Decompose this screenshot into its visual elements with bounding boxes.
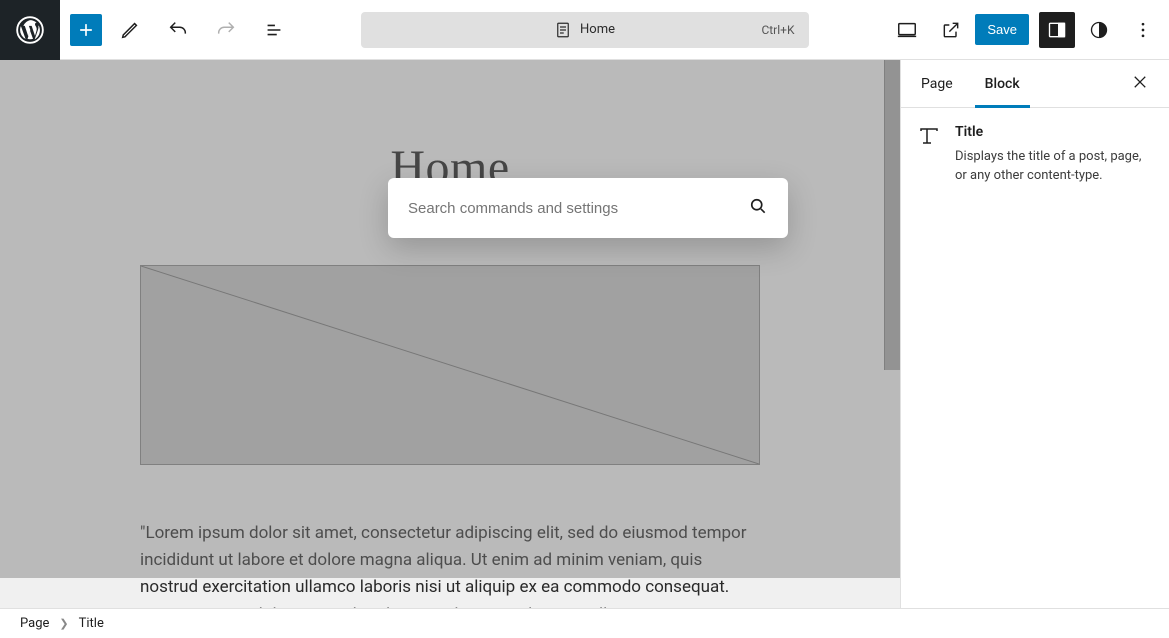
wordpress-icon	[16, 16, 44, 44]
command-palette	[388, 178, 788, 238]
view-button[interactable]	[887, 10, 927, 50]
block-title-label: Title	[955, 124, 1153, 140]
tab-block[interactable]: Block	[981, 60, 1024, 107]
toolbar-right-group: Save	[887, 10, 1169, 50]
settings-panel-toggle[interactable]	[1039, 12, 1075, 48]
undo-button[interactable]	[158, 10, 198, 50]
page-icon	[554, 21, 572, 39]
view-page-button[interactable]	[931, 10, 971, 50]
document-overview-button[interactable]	[254, 10, 294, 50]
block-breadcrumb: Page ❯ Title	[0, 608, 1169, 638]
add-block-button[interactable]	[70, 14, 102, 46]
external-link-icon	[941, 20, 961, 40]
document-bar[interactable]: Home Ctrl+K	[361, 12, 809, 48]
close-icon	[1131, 73, 1149, 91]
kebab-icon	[1133, 20, 1153, 40]
plus-icon	[76, 20, 96, 40]
options-button[interactable]	[1123, 10, 1163, 50]
close-sidebar-button[interactable]	[1127, 69, 1153, 99]
edit-tool-button[interactable]	[110, 10, 150, 50]
document-bar-shortcut: Ctrl+K	[761, 23, 794, 37]
command-search-input[interactable]	[408, 200, 748, 217]
sidebar-tabs: Page Block	[901, 60, 1169, 108]
block-info-panel: Title Displays the title of a post, page…	[901, 108, 1169, 202]
undo-icon	[167, 19, 189, 41]
breadcrumb-separator-icon: ❯	[59, 617, 68, 630]
modal-overlay[interactable]	[0, 60, 900, 578]
top-toolbar: Home Ctrl+K Save	[0, 0, 1169, 60]
pencil-icon	[119, 19, 141, 41]
device-icon	[896, 19, 918, 41]
document-title: Home	[580, 22, 615, 37]
redo-button	[206, 10, 246, 50]
wordpress-logo-button[interactable]	[0, 0, 60, 60]
breadcrumb-current[interactable]: Title	[79, 616, 104, 631]
title-block-icon	[917, 124, 941, 148]
document-bar-center: Home	[554, 21, 615, 39]
list-icon	[263, 19, 285, 41]
tab-page[interactable]: Page	[917, 60, 957, 107]
search-icon	[748, 196, 768, 220]
sidebar-icon	[1047, 20, 1067, 40]
breadcrumb-root[interactable]: Page	[20, 616, 49, 631]
block-description: Displays the title of a post, page, or a…	[955, 148, 1153, 186]
save-button[interactable]: Save	[975, 14, 1029, 45]
toolbar-left-group	[60, 10, 294, 50]
settings-sidebar: Page Block Title Displays the title of a…	[900, 60, 1169, 608]
styles-button[interactable]	[1079, 10, 1119, 50]
contrast-icon	[1089, 20, 1109, 40]
redo-icon	[215, 19, 237, 41]
